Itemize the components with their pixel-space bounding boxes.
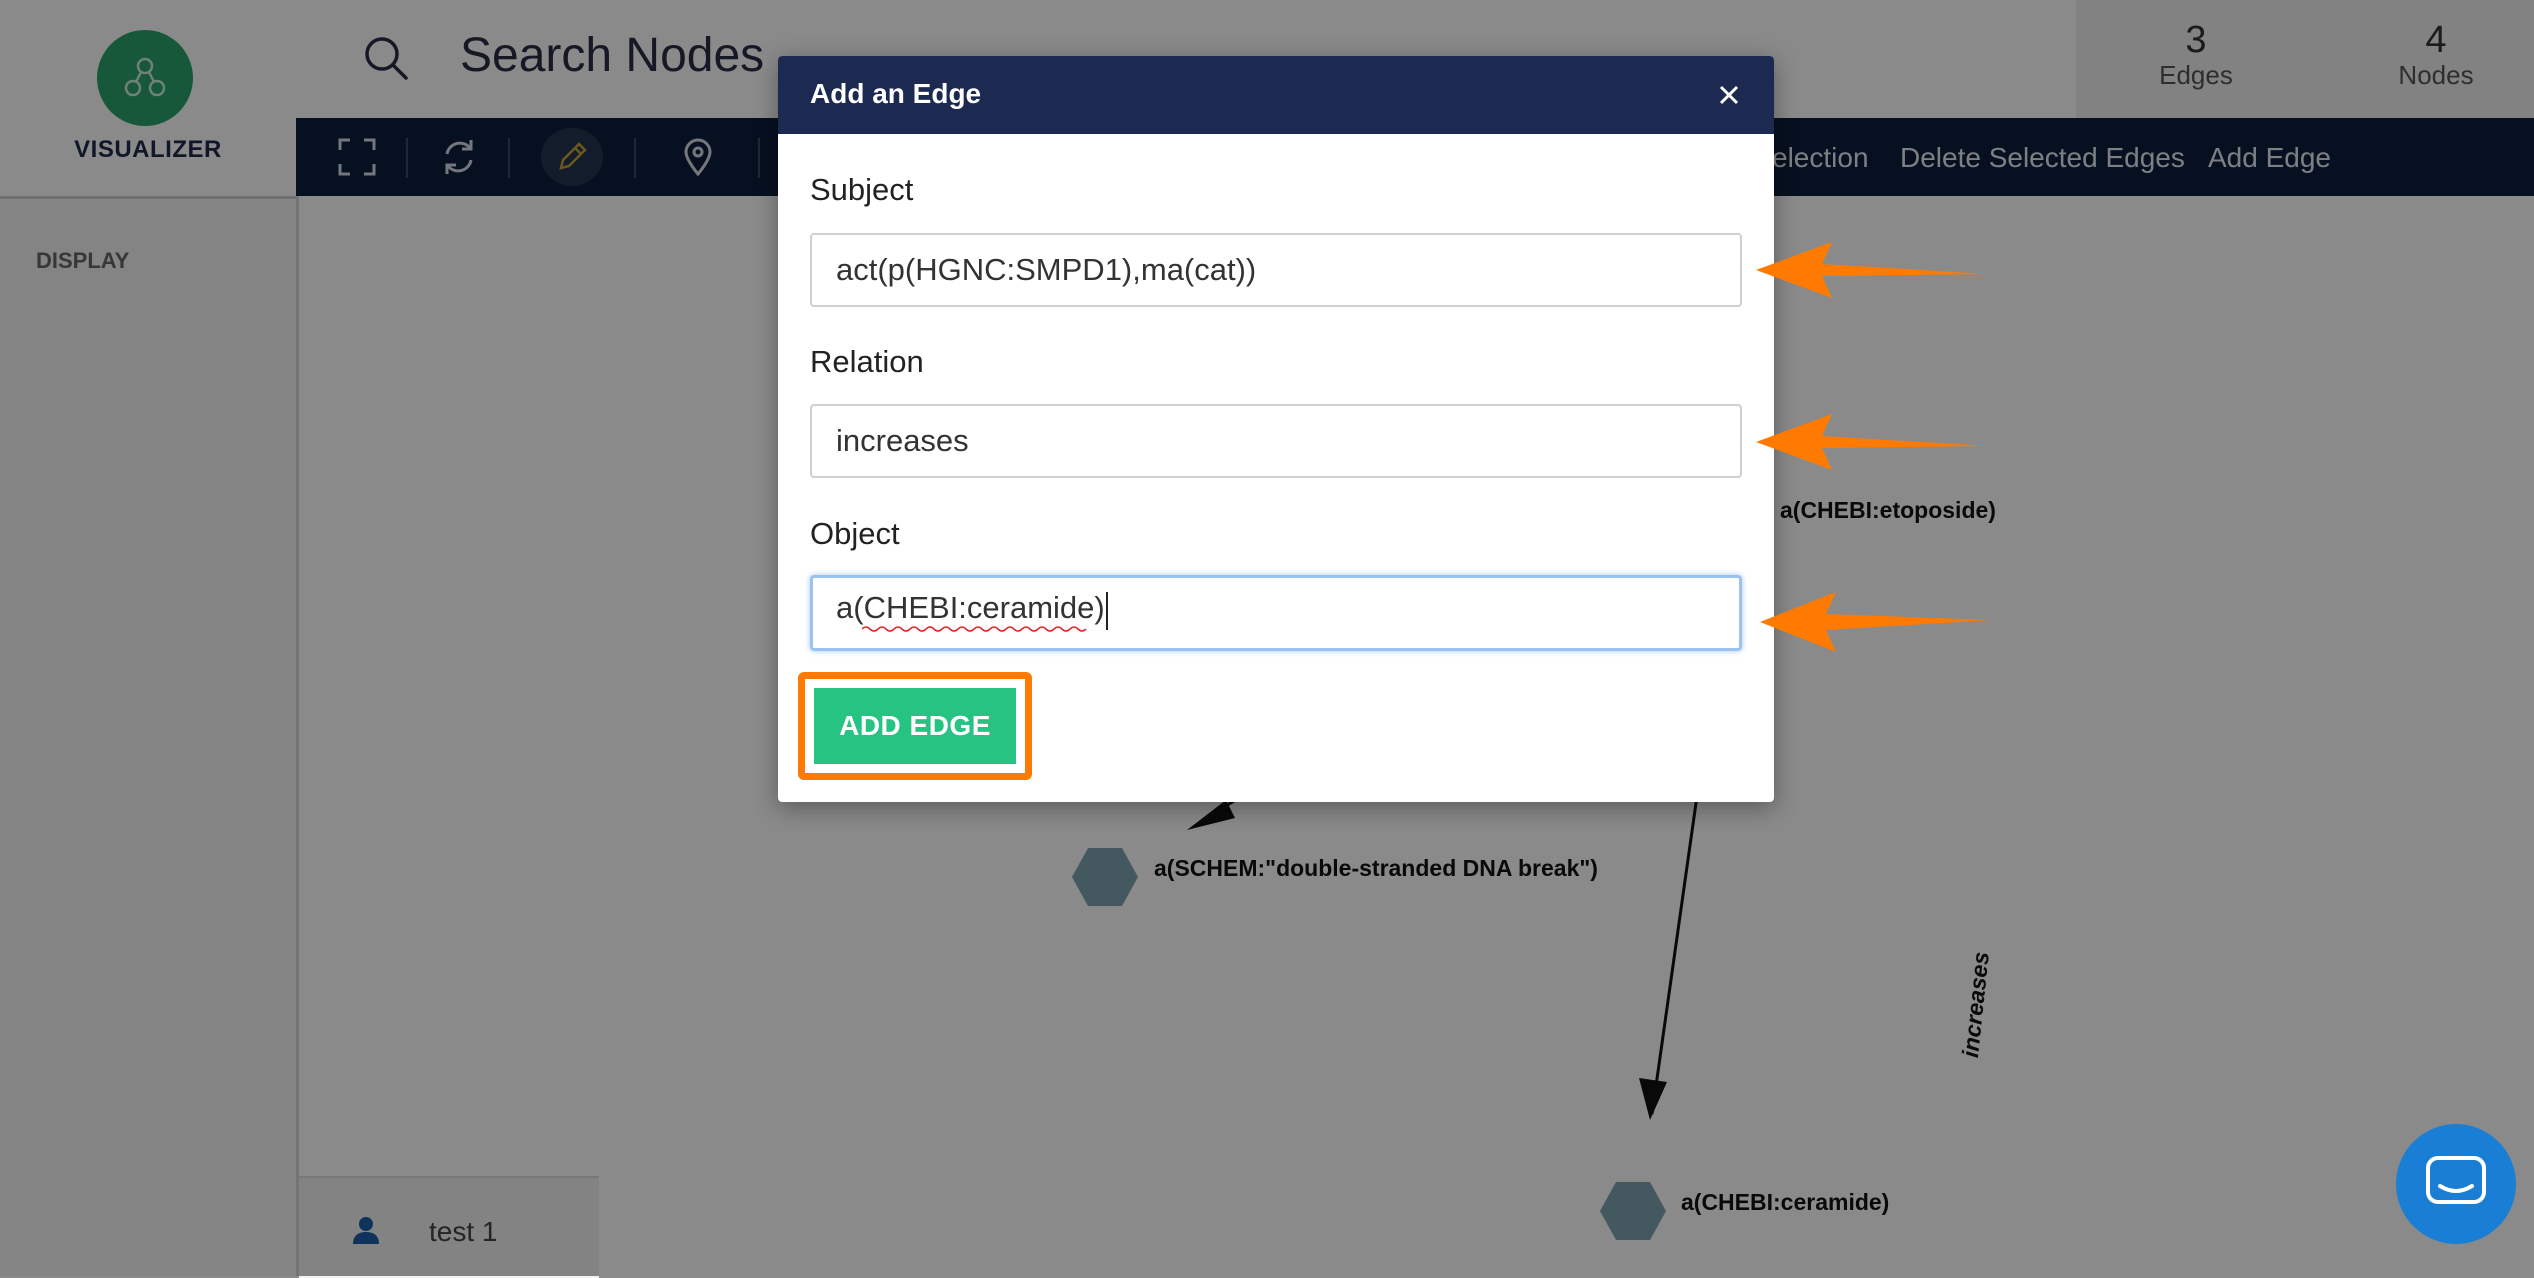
close-icon[interactable] [1712, 78, 1746, 112]
text-caret [1106, 592, 1108, 630]
chat-icon [2426, 1156, 2486, 1204]
annotation-arrow-icon [1760, 592, 1992, 652]
annotation-arrow-icon [1756, 414, 1988, 470]
subject-label: Subject [810, 172, 914, 207]
object-field-value: a(CHEBI:ceramide) [836, 590, 1105, 625]
spellcheck-underline [862, 626, 1087, 632]
relation-field[interactable] [810, 404, 1742, 478]
chat-launcher-button[interactable] [2396, 1124, 2516, 1244]
add-edge-button[interactable]: ADD EDGE [814, 688, 1016, 764]
annotation-arrow-icon [1756, 242, 1988, 298]
dialog-title: Add an Edge [810, 78, 982, 109]
object-label: Object [810, 516, 900, 551]
add-edge-dialog: Add an Edge Subject Relation Object a(CH… [778, 56, 1774, 802]
subject-field[interactable] [810, 233, 1742, 307]
relation-label: Relation [810, 344, 924, 379]
dialog-header: Add an Edge [778, 56, 1774, 134]
add-edge-button-highlight: ADD EDGE [798, 672, 1032, 780]
